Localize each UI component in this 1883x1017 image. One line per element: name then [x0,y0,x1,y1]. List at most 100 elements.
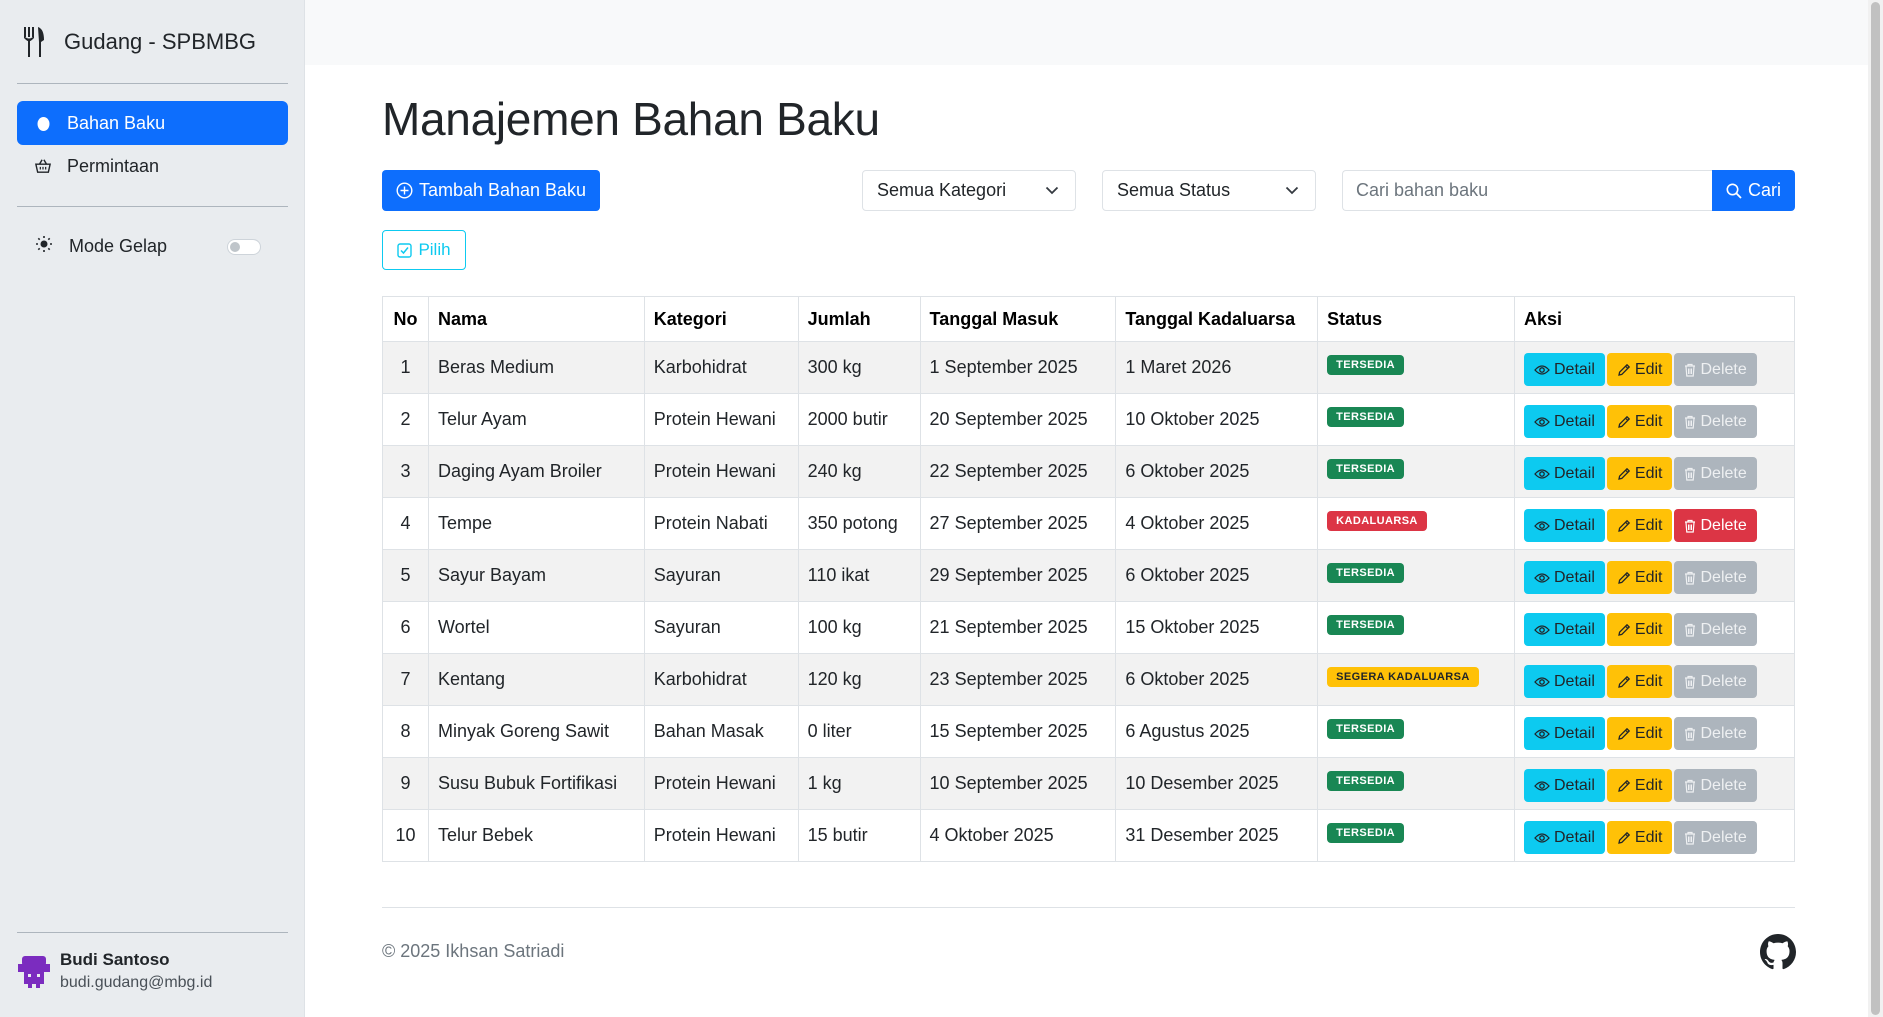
edit-button[interactable]: Edit [1606,821,1673,854]
table-row[interactable]: 10 Telur Bebek Protein Hewani 15 butir 4 Okt… [382,809,1795,862]
detail-button[interactable]: Detail [1524,769,1605,802]
status-badge: TERSEDIA [1327,407,1404,427]
user-profile[interactable]: Budi Santoso budi.gudang@mbg.id [18,950,212,992]
header-nama[interactable]: Nama [427,296,645,342]
add-button-label: Tambah Bahan Baku [418,180,587,200]
bahan-baku-table: No Nama Kategori Jumlah Tanggal Masuk Ta… [382,296,1795,862]
cell-status: KADALUARSA [1317,497,1515,550]
category-filter-select[interactable]: Semua Kategori [862,170,1076,211]
cell-no: 3 [382,445,429,498]
detail-button[interactable]: Detail [1524,561,1605,594]
cell-aksi: Detail Edit Delete [1514,497,1795,550]
detail-button[interactable]: Detail [1524,405,1605,438]
detail-button[interactable]: Detail [1524,509,1605,542]
dark-mode-toggle[interactable] [227,239,261,255]
edit-button[interactable]: Edit [1606,561,1673,594]
edit-button[interactable]: Edit [1606,405,1673,438]
delete-label: Delete [1700,516,1747,534]
detail-label: Detail [1554,672,1595,690]
edit-button[interactable]: Edit [1606,717,1673,750]
github-icon[interactable] [1760,934,1796,970]
chevron-down-icon [1045,186,1059,195]
edit-button[interactable]: Edit [1606,769,1673,802]
edit-button[interactable]: Edit [1606,509,1673,542]
edit-button[interactable]: Edit [1606,353,1673,386]
select-items-button[interactable]: Pilih [382,230,466,270]
edit-button[interactable]: Edit [1606,457,1673,490]
pencil-icon [1618,519,1631,532]
header-status[interactable]: Status [1317,296,1515,342]
header-kategori[interactable]: Kategori [643,296,799,342]
eye-icon [1534,416,1550,427]
edit-label: Edit [1634,672,1663,690]
status-filter-select[interactable]: Semua Status [1102,170,1316,211]
detail-button[interactable]: Detail [1524,353,1605,386]
table-row[interactable]: 8 Minyak Goreng Sawit Bahan Masak 0 liter 15… [382,705,1795,758]
cell-kategori: Sayuran [643,601,799,654]
sidebar: Gudang - SPBMBG Bahan Baku Permintaan Mo… [0,0,305,1017]
edit-label: Edit [1634,724,1663,742]
cell-no: 9 [382,757,429,810]
table-row[interactable]: 9 Susu Bubuk Fortifikasi Protein Hewani 1 k… [382,757,1795,810]
header-tanggal-masuk[interactable]: Tanggal Masuk [919,296,1117,342]
detail-label: Detail [1554,724,1595,742]
add-bahan-baku-button[interactable]: Tambah Bahan Baku [382,170,600,211]
sidebar-item-permintaan[interactable]: Permintaan [17,144,288,188]
search-button[interactable]: Cari [1712,170,1795,211]
header-no[interactable]: No [382,296,429,342]
cell-no: 8 [382,705,429,758]
egg-icon [35,114,51,132]
scrollbar[interactable] [1868,0,1883,1017]
cell-jumlah: 2000 butir [797,393,921,446]
cell-tanggal-kadaluarsa: 31 Desember 2025 [1115,809,1319,862]
edit-button[interactable]: Edit [1606,613,1673,646]
cell-status: TERSEDIA [1317,705,1515,758]
header-jumlah[interactable]: Jumlah [797,296,921,342]
cell-status: TERSEDIA [1317,341,1515,394]
table-row[interactable]: 4 Tempe Protein Nabati 350 potong 27 Septemb… [382,497,1795,550]
detail-button[interactable]: Detail [1524,821,1605,854]
header-tanggal-kadaluarsa[interactable]: Tanggal Kadaluarsa [1115,296,1319,342]
cell-tanggal-kadaluarsa: 6 Oktober 2025 [1115,653,1319,706]
detail-button[interactable]: Detail [1524,665,1605,698]
cell-status: SEGERA KADALUARSA [1317,653,1515,706]
edit-label: Edit [1634,412,1663,430]
table-row[interactable]: 7 Kentang Karbohidrat 120 kg 23 September 20… [382,653,1795,706]
cell-nama: Minyak Goreng Sawit [427,705,645,758]
pencil-icon [1618,571,1631,584]
detail-button[interactable]: Detail [1524,457,1605,490]
dark-mode-label: Mode Gelap [69,235,168,256]
cell-status: TERSEDIA [1317,445,1515,498]
detail-button[interactable]: Detail [1524,717,1605,750]
cell-nama: Susu Bubuk Fortifikasi [427,757,645,810]
pencil-icon [1618,415,1631,428]
table-body: 1 Beras Medium Karbohidrat 300 kg 1 Septembe… [382,341,1795,862]
cell-kategori: Protein Hewani [643,757,799,810]
eye-icon [1534,832,1550,843]
cell-kategori: Bahan Masak [643,705,799,758]
delete-button: Delete [1674,717,1757,750]
sun-icon [35,235,53,258]
detail-button[interactable]: Detail [1524,613,1605,646]
edit-label: Edit [1634,776,1663,794]
table-row[interactable]: 1 Beras Medium Karbohidrat 300 kg 1 Septembe… [382,341,1795,394]
page-title: Manajemen Bahan Baku [382,93,880,145]
table-row[interactable]: 6 Wortel Sayuran 100 kg 21 September 2025 15 … [382,601,1795,654]
trash-icon [1685,779,1696,793]
edit-button[interactable]: Edit [1606,665,1673,698]
cell-status: TERSEDIA [1317,757,1515,810]
cell-status: TERSEDIA [1317,549,1515,602]
chevron-down-icon [1285,186,1299,195]
brand[interactable]: Gudang - SPBMBG [22,22,256,62]
delete-button[interactable]: Delete [1674,509,1757,542]
table-row[interactable]: 5 Sayur Bayam Sayuran 110 ikat 29 September … [382,549,1795,602]
pencil-icon [1618,831,1631,844]
table-row[interactable]: 2 Telur Ayam Protein Hewani 2000 butir 20 Se… [382,393,1795,446]
cell-aksi: Detail Edit Delete [1514,445,1795,498]
cell-tanggal-masuk: 10 September 2025 [919,757,1117,810]
search-input[interactable] [1342,170,1713,211]
scrollbar-thumb[interactable] [1871,2,1880,1015]
sidebar-item-bahan-baku[interactable]: Bahan Baku [17,101,288,145]
pencil-icon [1618,779,1631,792]
table-row[interactable]: 3 Daging Ayam Broiler Protein Hewani 240 kg… [382,445,1795,498]
